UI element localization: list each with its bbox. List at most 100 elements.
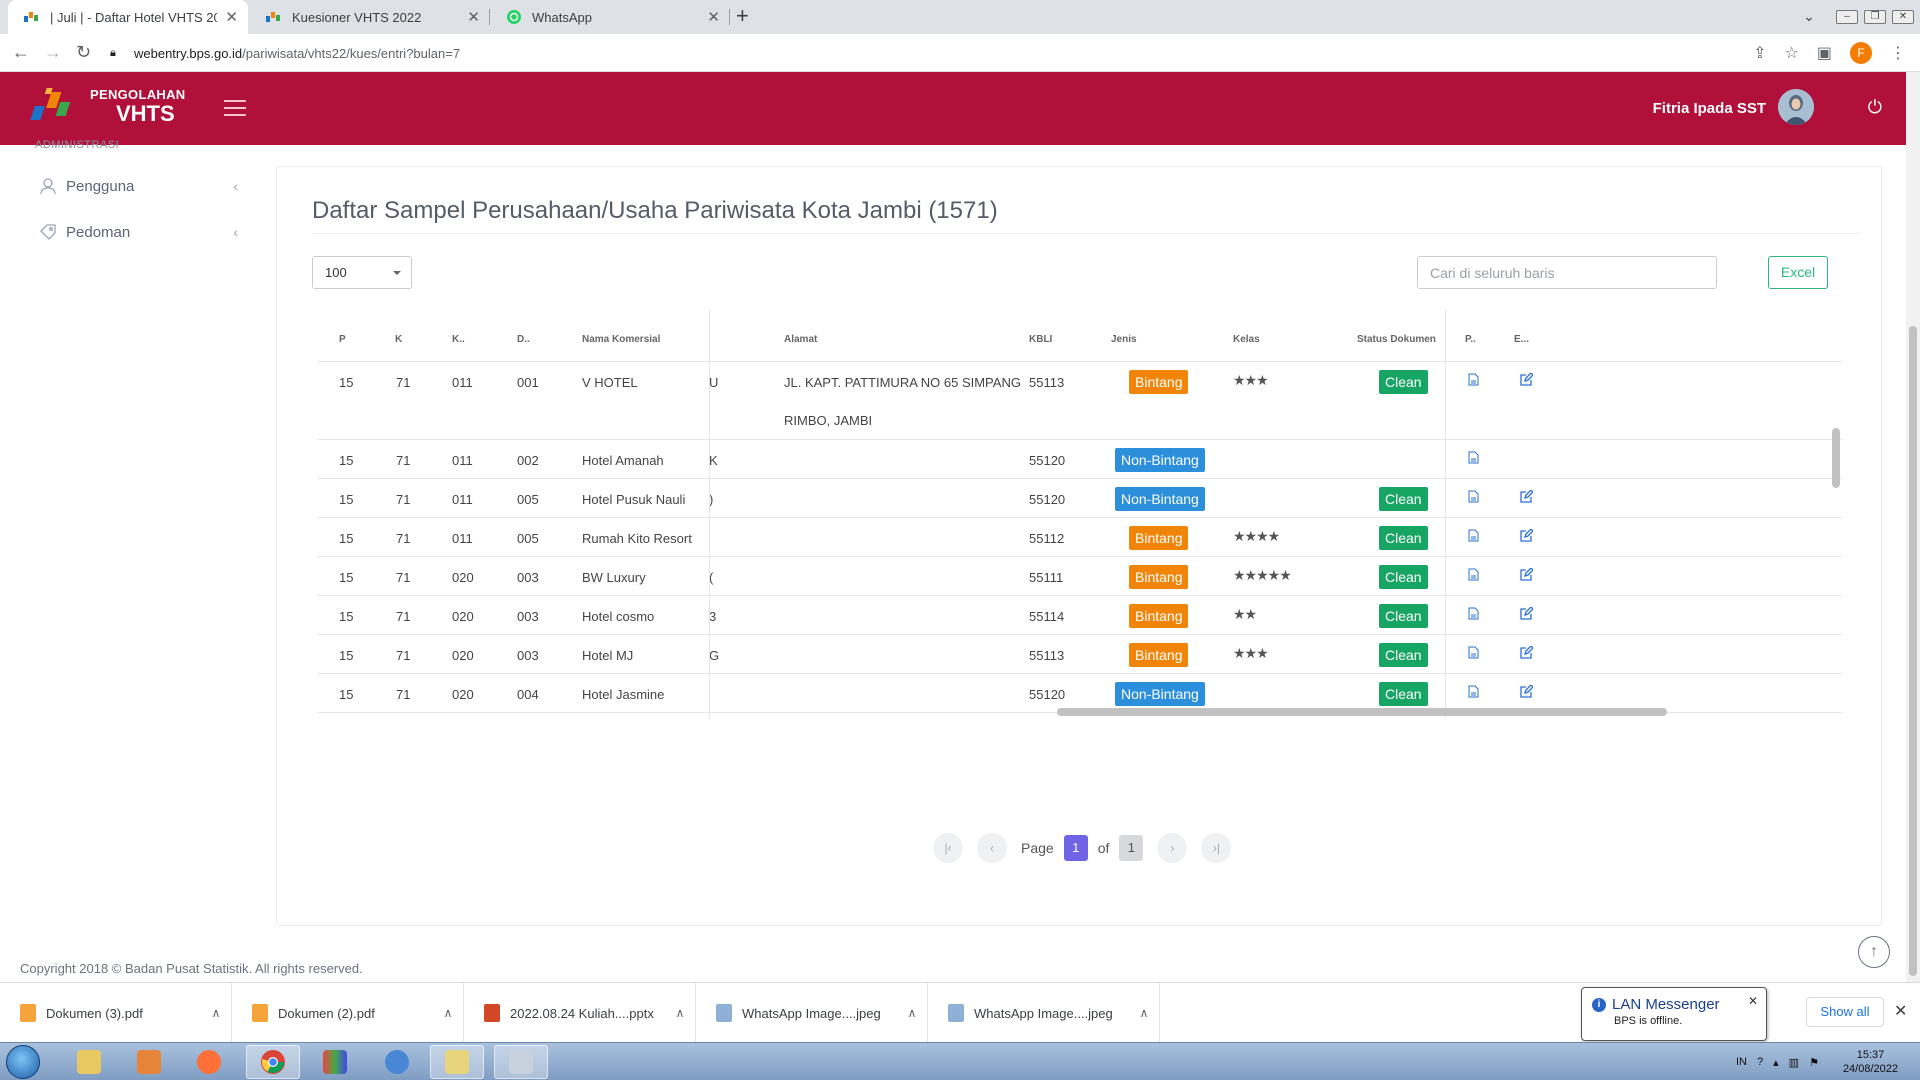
sidebar-item-pengguna[interactable]: Pengguna ‹ xyxy=(38,174,238,198)
column-header[interactable]: KBLI xyxy=(1029,334,1052,345)
column-header[interactable]: Alamat xyxy=(784,334,817,345)
table-vertical-scrollbar[interactable] xyxy=(1832,428,1840,488)
page-scrollbar-thumb[interactable] xyxy=(1909,326,1917,976)
close-tab-icon[interactable]: ✕ xyxy=(225,8,238,26)
column-header[interactable]: Status Dokumen xyxy=(1357,334,1436,345)
first-page-icon[interactable]: |‹ xyxy=(933,833,963,863)
column-header[interactable]: P xyxy=(339,334,346,345)
table-row[interactable]: 15 71 011 002 Hotel Amanah K 55120 Non-Bintang xyxy=(317,440,1842,479)
new-tab-plus-icon[interactable]: + xyxy=(736,3,749,29)
download-item[interactable]: Dokumen (2).pdf ∧ xyxy=(232,983,464,1043)
download-item[interactable]: WhatsApp Image....jpeg ∧ xyxy=(696,983,928,1043)
chevron-up-icon[interactable]: ∧ xyxy=(897,1006,927,1020)
chrome-icon[interactable] xyxy=(246,1045,300,1079)
download-item[interactable]: Dokumen (3).pdf ∧ xyxy=(0,983,232,1043)
page-size-select[interactable]: 100 xyxy=(312,256,412,289)
document-view-icon[interactable] xyxy=(1468,685,1479,701)
table-row[interactable]: 15 71 020 003 Hotel MJ G 55113 Bintang ★★★ Clean xyxy=(317,635,1842,674)
document-view-icon[interactable] xyxy=(1468,451,1479,467)
browser-tab-kuesioner[interactable]: Kuesioner VHTS 2022 ✕ xyxy=(250,0,490,34)
vhts-logo[interactable]: PENGOLAHAN VHTS xyxy=(28,84,185,128)
restore-window-icon[interactable]: ❐ xyxy=(1864,10,1886,24)
column-header[interactable]: K xyxy=(395,334,402,345)
document-view-icon[interactable] xyxy=(1468,529,1479,545)
excel-export-button[interactable]: Excel xyxy=(1768,256,1828,289)
paint-app-icon[interactable] xyxy=(308,1045,362,1079)
table-row[interactable]: 15 71 011 001 V HOTEL U JL. KAPT. PATTIMURA NO… xyxy=(317,362,1842,440)
document-view-icon[interactable] xyxy=(1468,373,1479,389)
power-logout-icon[interactable]: ⏻ xyxy=(1868,97,1882,118)
document-view-icon[interactable] xyxy=(1468,646,1479,662)
current-page[interactable]: 1 xyxy=(1063,835,1088,861)
tray-expand-icon[interactable]: ▴ xyxy=(1773,1056,1779,1069)
media-player-icon[interactable] xyxy=(122,1045,176,1079)
column-header[interactable]: Nama Komersial xyxy=(582,334,660,345)
back-arrow-icon[interactable]: ← xyxy=(12,42,30,63)
table-horizontal-scrollbar[interactable] xyxy=(317,704,1842,718)
edit-icon[interactable] xyxy=(1520,528,1534,545)
share-icon[interactable]: ⇪ xyxy=(1753,43,1766,63)
bookmark-star-icon[interactable]: ☆ xyxy=(1785,43,1799,63)
side-panel-icon[interactable]: ▣ xyxy=(1817,43,1832,63)
column-header[interactable]: D.. xyxy=(517,334,530,345)
reload-icon[interactable]: ↻ xyxy=(76,42,91,63)
menu-toggle-icon[interactable] xyxy=(224,100,246,116)
column-header[interactable]: E... xyxy=(1514,334,1529,345)
search-input[interactable] xyxy=(1417,256,1717,289)
firefox-icon[interactable] xyxy=(182,1045,236,1079)
edit-icon[interactable] xyxy=(1520,606,1534,623)
user-name[interactable]: Fitria Ipada SST xyxy=(1653,100,1766,117)
download-item[interactable]: WhatsApp Image....jpeg ∧ xyxy=(928,983,1160,1043)
edit-icon[interactable] xyxy=(1520,645,1534,662)
browser-tab-whatsapp[interactable]: WhatsApp ✕ xyxy=(490,0,730,34)
document-view-icon[interactable] xyxy=(1468,490,1479,506)
close-tab-icon[interactable]: ✕ xyxy=(707,8,720,26)
browser-menu-icon[interactable]: ⋮ xyxy=(1890,43,1906,63)
file-explorer-icon[interactable] xyxy=(62,1045,116,1079)
taskbar-clock[interactable]: 15:37 24/08/2022 xyxy=(1843,1048,1898,1076)
page-scrollbar[interactable] xyxy=(1906,72,1920,982)
table-row[interactable]: 15 71 011 005 Hotel Pusuk Nauli) 55120 Non-Bin… xyxy=(317,479,1842,518)
table-row[interactable]: 15 71 020 003 BW Luxury(55111 Bintang ★★★★★ Cle… xyxy=(317,557,1842,596)
flag-icon[interactable]: ⚑ xyxy=(1809,1056,1819,1069)
last-page-icon[interactable]: ›| xyxy=(1201,833,1232,863)
edit-icon[interactable] xyxy=(1520,372,1534,389)
column-header[interactable]: Jenis xyxy=(1111,334,1137,345)
calculator-icon[interactable] xyxy=(494,1045,548,1079)
network-icon[interactable]: ▥ xyxy=(1789,1056,1799,1069)
user-avatar[interactable] xyxy=(1778,89,1814,125)
chevron-up-icon[interactable]: ∧ xyxy=(201,1006,231,1020)
edit-icon[interactable] xyxy=(1520,567,1534,584)
close-notification-icon[interactable]: ✕ xyxy=(1748,994,1758,1008)
chevron-up-icon[interactable]: ∧ xyxy=(665,1006,695,1020)
start-button-icon[interactable] xyxy=(6,1045,40,1079)
tab-search-chevron-icon[interactable]: ⌄ xyxy=(1800,9,1818,24)
edit-icon[interactable] xyxy=(1520,489,1534,506)
close-tab-icon[interactable]: ✕ xyxy=(467,8,480,26)
close-window-icon[interactable]: ✕ xyxy=(1892,10,1914,24)
forward-arrow-icon[interactable]: → xyxy=(44,42,62,63)
close-shelf-icon[interactable]: ✕ xyxy=(1894,1001,1907,1021)
previous-page-icon[interactable]: ‹ xyxy=(977,833,1007,863)
scroll-to-top-icon[interactable]: ↑ xyxy=(1858,936,1890,968)
input-language[interactable]: IN xyxy=(1736,1056,1747,1068)
column-header[interactable]: K.. xyxy=(452,334,465,345)
table-row[interactable]: 15 71 020 003 Hotel cosmo 3 55114 Bintang ★★ Clea… xyxy=(317,596,1842,635)
lan-messenger-notification[interactable]: i LAN Messenger BPS is offline. ✕ xyxy=(1581,987,1767,1041)
folder-icon[interactable] xyxy=(430,1045,484,1079)
document-view-icon[interactable] xyxy=(1468,607,1479,623)
column-header[interactable]: P.. xyxy=(1465,334,1476,345)
chrome-secondary-icon[interactable] xyxy=(370,1045,424,1079)
table-scrollbar-thumb[interactable] xyxy=(1057,708,1667,716)
chevron-up-icon[interactable]: ∧ xyxy=(1129,1006,1159,1020)
minimize-window-icon[interactable]: – xyxy=(1836,10,1858,24)
table-row[interactable]: 15 71 011 005 Rumah Kito Resort 55112 Bintang ★… xyxy=(317,518,1842,557)
download-item[interactable]: 2022.08.24 Kuliah....pptx ∧ xyxy=(464,983,696,1043)
chevron-up-icon[interactable]: ∧ xyxy=(433,1006,463,1020)
help-icon[interactable]: ? xyxy=(1757,1056,1763,1068)
address-bar[interactable]: 🔒︎ webentry.bps.go.id/pariwisata/vhts22/… xyxy=(110,40,1770,66)
show-all-downloads-button[interactable]: Show all xyxy=(1806,997,1884,1027)
document-view-icon[interactable] xyxy=(1468,568,1479,584)
edit-icon[interactable] xyxy=(1520,684,1534,701)
browser-tab-daftar-hotel[interactable]: | Juli | - Daftar Hotel VHTS 2022 ✕ xyxy=(8,0,248,34)
